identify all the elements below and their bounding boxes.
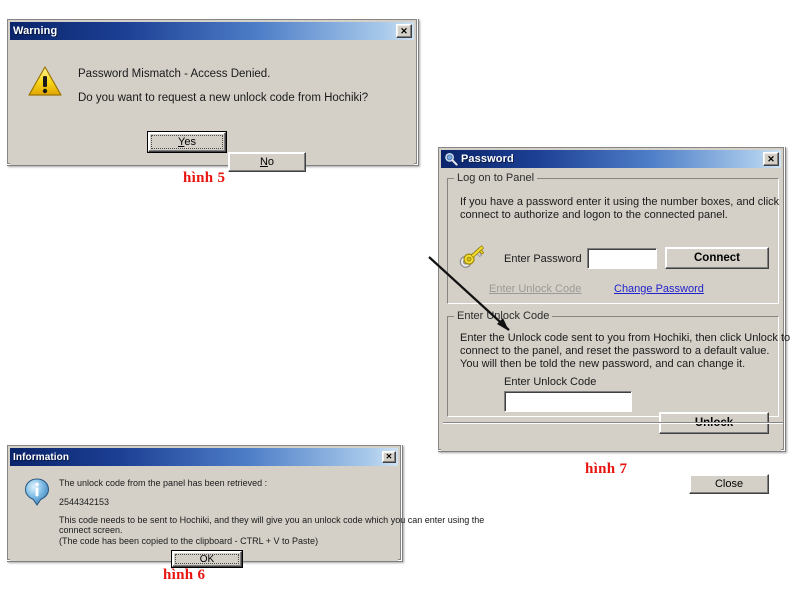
warning-dialog: Warning ✕ Password Mismatch - Access Den… — [6, 18, 418, 172]
password-title: Password — [461, 153, 514, 165]
close-button[interactable]: Close — [689, 474, 769, 494]
information-dialog-frame: Information ✕ The unlock code from the p… — [7, 445, 484, 568]
information-title: Information — [13, 451, 70, 463]
information-dialog-caption: hình 6 — [163, 567, 206, 583]
unlock-description-line2: connect to the panel, and reset the pass… — [460, 345, 770, 357]
magnifier-key-icon — [444, 152, 458, 166]
close-icon[interactable]: ✕ — [396, 24, 412, 38]
information-line4: connect screen. — [59, 525, 123, 535]
ok-button[interactable]: OK — [171, 550, 243, 568]
warning-message-line1: Password Mismatch - Access Denied. — [78, 68, 271, 80]
footer-divider — [443, 422, 783, 424]
yes-button-label: Yes — [178, 136, 196, 148]
close-icon[interactable]: ✕ — [382, 451, 396, 463]
information-line1: The unlock code from the panel has been … — [59, 478, 268, 488]
password-dialog-caption: hình 7 — [585, 461, 628, 477]
change-password-link[interactable]: Change Password — [614, 283, 704, 295]
yes-button[interactable]: Yes — [147, 131, 227, 153]
no-button-label: No — [259, 156, 275, 168]
unlock-description-line1: Enter the Unlock code sent to you from H… — [460, 332, 791, 344]
close-icon[interactable]: ✕ — [763, 152, 779, 166]
no-button[interactable]: No — [228, 152, 306, 172]
logon-description-line1: If you have a password enter it using th… — [460, 196, 780, 208]
connect-button-label: Connect — [694, 252, 740, 264]
unlock-code-input[interactable] — [504, 391, 632, 412]
unlock-group-legend: Enter Unlock Code — [454, 310, 553, 322]
password-titlebar[interactable]: Password ✕ — [441, 150, 781, 168]
password-dialog: Password ✕ Log on to Panel If you have a… — [437, 146, 790, 494]
information-dialog: Information ✕ The unlock code from the p… — [6, 444, 484, 568]
ok-button-label: OK — [199, 553, 215, 565]
information-line3: This code needs to be sent to Hochiki, a… — [59, 515, 485, 525]
logon-group-legend: Log on to Panel — [454, 172, 538, 184]
close-button-label: Close — [714, 478, 744, 490]
warning-triangle-icon — [28, 65, 62, 97]
enter-unlock-code-link[interactable]: Enter Unlock Code — [489, 283, 581, 295]
information-titlebar[interactable]: Information ✕ — [10, 448, 398, 466]
warning-dialog-body: Password Mismatch - Access Denied. Do yo… — [10, 40, 414, 172]
key-icon — [456, 242, 490, 274]
password-dialog-frame: Password ✕ Log on to Panel If you have a… — [438, 147, 790, 494]
warning-dialog-caption: hình 5 — [183, 170, 226, 186]
information-unlock-code: 2544342153 — [59, 497, 110, 507]
information-circle-icon — [24, 478, 50, 506]
warning-message-line2: Do you want to request a new unlock code… — [78, 92, 369, 104]
logon-description-line2: connect to authorize and logon to the co… — [460, 209, 728, 221]
password-input[interactable] — [587, 248, 657, 269]
warning-title: Warning — [13, 25, 58, 37]
information-dialog-body: The unlock code from the panel has been … — [10, 466, 484, 568]
warning-dialog-frame: Warning ✕ Password Mismatch - Access Den… — [7, 19, 417, 172]
unlock-code-field-label: Enter Unlock Code — [504, 376, 597, 388]
unlock-description-line3: You will then be told the new password, … — [460, 358, 746, 370]
password-field-label: Enter Password — [504, 253, 582, 265]
information-line5: (The code has been copied to the clipboa… — [59, 536, 319, 546]
warning-titlebar[interactable]: Warning ✕ — [10, 22, 414, 40]
password-dialog-body: Log on to Panel If you have a password e… — [441, 168, 790, 494]
connect-button[interactable]: Connect — [665, 247, 769, 269]
